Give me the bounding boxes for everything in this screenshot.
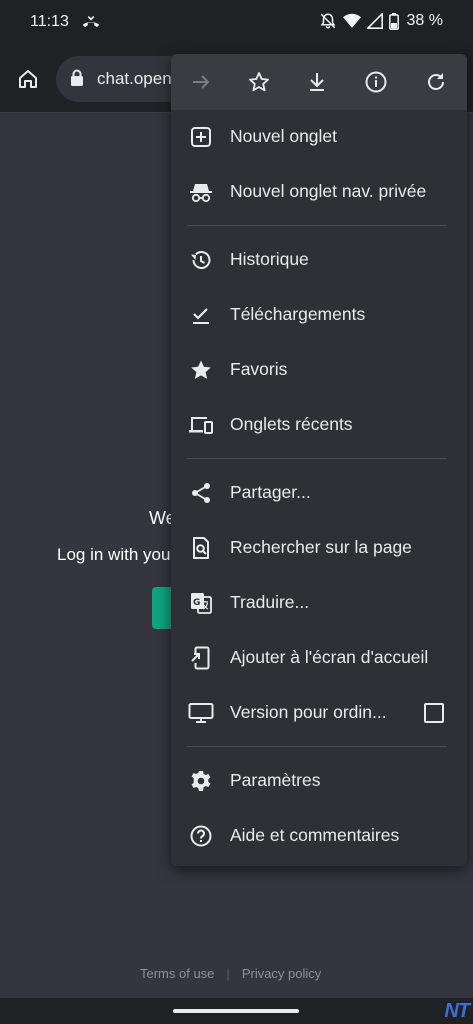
forward-icon[interactable]: [187, 68, 215, 96]
menu-item-translate[interactable]: G Traduire...: [171, 578, 467, 628]
footer-links: Terms of use | Privacy policy: [140, 966, 321, 981]
overflow-menu: Nouvel onglet Nouvel onglet nav. privée …: [171, 54, 467, 866]
menu-item-label: Favoris: [230, 359, 288, 379]
refresh-icon[interactable]: [422, 68, 450, 96]
wifi-icon: [342, 13, 361, 29]
svg-text:G: G: [193, 598, 200, 608]
menu-item-label: Téléchargements: [230, 304, 366, 324]
menu-item-downloads[interactable]: Téléchargements: [171, 290, 467, 340]
gesture-nav-bar: [0, 998, 473, 1024]
desktop-icon: [188, 700, 214, 726]
add-to-home-icon: [188, 645, 214, 671]
menu-item-label: Version pour ordin...: [230, 702, 387, 722]
footer-separator: |: [226, 966, 230, 981]
devices-icon: [188, 412, 214, 438]
menu-item-label: Aide et commentaires: [230, 825, 400, 845]
missed-call-icon: [80, 12, 102, 34]
desktop-site-checkbox[interactable]: [424, 703, 444, 723]
history-icon: [188, 247, 214, 273]
star-icon[interactable]: [245, 68, 273, 96]
lock-icon: [70, 69, 84, 92]
menu-item-add-to-home[interactable]: Ajouter à l'écran d'accueil: [171, 633, 467, 683]
menu-item-label: Historique: [230, 249, 309, 269]
status-bar: 11:13 38 %: [0, 0, 473, 46]
bell-off-icon: [319, 12, 337, 30]
menu-divider: [187, 225, 447, 226]
menu-item-find-in-page[interactable]: Rechercher sur la page: [171, 523, 467, 573]
incognito-icon: [188, 179, 214, 205]
menu-item-label: Rechercher sur la page: [230, 537, 412, 557]
menu-item-incognito-tab[interactable]: Nouvel onglet nav. privée: [171, 167, 467, 217]
info-icon[interactable]: [362, 68, 390, 96]
login-prompt-text: Log in with you: [57, 545, 171, 564]
menu-item-settings[interactable]: Paramètres: [171, 756, 467, 806]
menu-item-label: Nouvel onglet: [230, 126, 338, 146]
find-in-page-icon: [188, 535, 214, 561]
menu-item-label: Paramètres: [230, 770, 321, 790]
menu-action-bar: [171, 54, 467, 110]
menu-item-history[interactable]: Historique: [171, 235, 467, 285]
terms-link[interactable]: Terms of use: [140, 966, 214, 981]
translate-icon: G: [188, 590, 214, 616]
privacy-link[interactable]: Privacy policy: [242, 966, 321, 981]
menu-item-label: Traduire...: [230, 592, 310, 612]
menu-item-share[interactable]: Partager...: [171, 468, 467, 518]
help-icon: [188, 823, 214, 849]
star-icon: [188, 357, 214, 383]
menu-item-label: Onglets récents: [230, 414, 353, 434]
signal-icon: [366, 13, 383, 29]
watermark-logo: NT: [444, 1000, 470, 1022]
menu-item-new-tab[interactable]: Nouvel onglet: [171, 112, 467, 162]
status-time: 11:13: [30, 13, 69, 30]
home-icon[interactable]: [12, 63, 44, 95]
download-icon[interactable]: [303, 68, 331, 96]
home-gesture-handle[interactable]: [173, 1009, 299, 1013]
menu-divider: [187, 746, 447, 747]
menu-item-desktop-site[interactable]: Version pour ordin...: [171, 688, 467, 738]
menu-item-recent-tabs[interactable]: Onglets récents: [171, 400, 467, 450]
menu-divider: [187, 458, 447, 459]
settings-icon: [188, 768, 214, 794]
menu-item-label: Ajouter à l'écran d'accueil: [230, 647, 429, 667]
share-icon: [188, 480, 214, 506]
battery-percentage: 38 %: [406, 12, 443, 29]
menu-item-label: Nouvel onglet nav. privée: [230, 181, 427, 201]
menu-item-bookmarks[interactable]: Favoris: [171, 345, 467, 395]
menu-item-help[interactable]: Aide et commentaires: [171, 811, 467, 861]
downloads-icon: [188, 302, 214, 328]
battery-icon: [388, 12, 399, 30]
menu-item-label: Partager...: [230, 482, 311, 502]
url-text: chat.open: [97, 69, 172, 88]
new-tab-icon: [188, 124, 214, 150]
